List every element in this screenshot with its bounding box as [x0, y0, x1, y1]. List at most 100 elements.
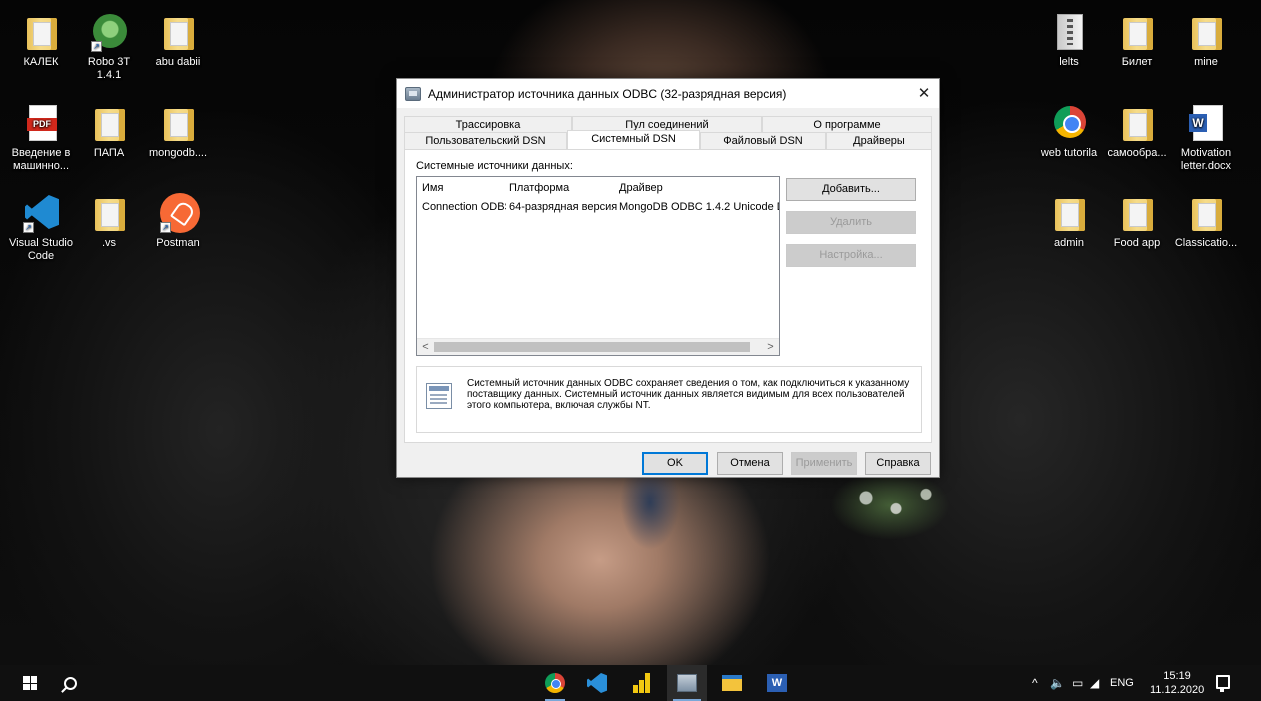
show-hidden-icons-chevron-icon[interactable]: ^ — [1032, 676, 1048, 690]
desktop-icon-label: Postman — [156, 237, 200, 249]
desktop-icon-vscode[interactable]: ↗ Visual Studio Code — [8, 193, 74, 263]
configure-button[interactable]: Настройка... — [786, 244, 916, 267]
desktop-icon-label: Classicatio... — [1174, 237, 1238, 249]
desktop-icon-mine[interactable]: mine — [1173, 12, 1239, 69]
search-icon — [63, 676, 77, 690]
tab-user-dsn[interactable]: Пользовательский DSN — [404, 132, 567, 149]
desktop-icon-label: Введение в машинно... — [11, 147, 71, 172]
desktop-icon-lelts[interactable]: lelts — [1036, 12, 1102, 69]
folder-icon — [1188, 193, 1224, 233]
desktop-icon-web-tutorila[interactable]: web tutorila — [1036, 103, 1102, 160]
desktop-icon-mongodb[interactable]: mongodb.... — [145, 103, 211, 160]
folder-icon — [91, 103, 127, 143]
tab-row-front: Пользовательский DSN Системный DSN Файло… — [404, 130, 932, 149]
desktop-icon-label: mine — [1194, 56, 1218, 68]
remove-button[interactable]: Удалить — [786, 211, 916, 234]
odbc-admin-dialog: Администратор источника данных ODBC (32-… — [396, 78, 940, 478]
column-header-name[interactable]: Имя — [422, 179, 506, 197]
vscode-icon: ↗ — [23, 193, 59, 233]
system-dsn-panel: Системные источники данных: Имя Платформ… — [404, 149, 932, 443]
desktop-icon-robo3t[interactable]: ↗ Robo 3T 1.4.1 — [76, 12, 142, 82]
cancel-button[interactable]: Отмена — [717, 452, 783, 475]
desktop-icon-label: abu dabii — [155, 56, 201, 68]
column-header-platform[interactable]: Платформа — [509, 179, 617, 197]
wallpaper-detail-tie — [620, 470, 680, 550]
taskbar-file-explorer[interactable] — [712, 665, 752, 701]
desktop-icon-label: КАЛЕК — [23, 56, 59, 68]
desktop-icon-label: mongodb.... — [148, 147, 208, 159]
chrome-icon — [545, 673, 565, 693]
tab-file-dsn[interactable]: Файловый DSN — [700, 132, 826, 149]
desktop-icon-label: Robo 3T 1.4.1 — [87, 56, 131, 81]
folder-icon — [160, 103, 196, 143]
robo3t-icon: ↗ — [91, 12, 127, 52]
desktop-icon-label: самообра... — [1107, 147, 1167, 159]
list-header: Имя Платформа Драйвер — [417, 179, 779, 197]
desktop-icon-label: .vs — [101, 237, 117, 249]
battery-icon[interactable]: ▭ — [1072, 676, 1088, 690]
desktop-icon-pdf[interactable]: PDF Введение в машинно... — [8, 103, 74, 173]
taskbar-chrome[interactable] — [535, 665, 575, 701]
tab-system-dsn[interactable]: Системный DSN — [567, 130, 700, 149]
table-row[interactable]: Connection ODBS 64-разрядная версия Mong… — [417, 198, 779, 216]
wallpaper-detail-flowers — [830, 470, 950, 540]
folder-icon — [1119, 103, 1155, 143]
language-indicator[interactable]: ENG — [1110, 677, 1134, 689]
desktop-icon-label: Food app — [1113, 237, 1161, 249]
dsn-list[interactable]: Имя Платформа Драйвер Connection ODBS 64… — [416, 176, 780, 356]
desktop-icon-food-app[interactable]: Food app — [1104, 193, 1170, 250]
network-icon[interactable]: ◢ — [1090, 676, 1106, 690]
desktop-icon-label: Visual Studio Code — [8, 237, 73, 262]
desktop-icon-label: admin — [1054, 237, 1084, 249]
cell-driver: MongoDB ODBC 1.4.2 Unicode Driv — [619, 201, 779, 213]
chrome-icon — [1051, 103, 1087, 143]
info-text: Системный источник данных ODBC сохраняет… — [467, 378, 910, 411]
clock[interactable]: 15:19 11.12.2020 — [1150, 669, 1204, 697]
taskbar-vscode[interactable] — [577, 665, 617, 701]
tab-about[interactable]: О программе — [762, 116, 932, 133]
file-explorer-icon — [722, 675, 742, 691]
horizontal-scrollbar[interactable]: < > — [417, 338, 779, 355]
tab-tracing[interactable]: Трассировка — [404, 116, 572, 133]
archive-icon — [1051, 12, 1087, 52]
help-button[interactable]: Справка — [865, 452, 931, 475]
scrollbar-thumb[interactable] — [434, 342, 750, 352]
tab-drivers[interactable]: Драйверы — [826, 132, 932, 149]
add-button[interactable]: Добавить... — [786, 178, 916, 201]
vscode-icon — [587, 673, 607, 693]
desktop-icon-motivation-letter[interactable]: W Motivation letter.docx — [1173, 103, 1239, 173]
desktop-icon-classicatio[interactable]: Classicatio... — [1173, 193, 1239, 250]
ok-button[interactable]: OK — [642, 452, 708, 475]
scroll-left-icon[interactable]: < — [417, 339, 434, 356]
dialog-titlebar[interactable]: Администратор источника данных ODBC (32-… — [397, 79, 939, 108]
desktop-icon-vs[interactable]: .vs — [76, 193, 142, 250]
column-header-driver[interactable]: Драйвер — [619, 179, 779, 197]
desktop-icon-label: web tutorila — [1040, 147, 1098, 159]
apply-button[interactable]: Применить — [791, 452, 857, 475]
desktop-icon-samoobra[interactable]: самообра... — [1104, 103, 1170, 160]
desktop-icon-abu-dabii[interactable]: abu dabii — [145, 12, 211, 69]
search-button[interactable] — [50, 665, 90, 701]
desktop-icon-admin[interactable]: admin — [1036, 193, 1102, 250]
desktop-icon-postman[interactable]: ↗ Postman — [145, 193, 211, 250]
volume-icon[interactable]: 🔈 — [1050, 676, 1070, 690]
taskbar-word[interactable]: W — [757, 665, 797, 701]
word-doc-icon: W — [1188, 103, 1224, 143]
info-box: Системный источник данных ODBC сохраняет… — [416, 366, 922, 433]
cell-platform: 64-разрядная версия — [509, 201, 617, 213]
desktop-icon-bilet[interactable]: Билет — [1104, 12, 1170, 69]
desktop-icon-papa[interactable]: ПАПА — [76, 103, 142, 160]
close-button[interactable]: ✕ — [909, 79, 939, 108]
taskbar: W ^ 🔈 ▭ ◢ ENG 15:19 11.12.2020 — [0, 665, 1261, 701]
windows-icon — [23, 676, 37, 690]
notification-center-icon[interactable] — [1216, 675, 1230, 692]
taskbar-powerbi[interactable] — [622, 665, 662, 701]
pdf-icon: PDF — [23, 103, 59, 143]
folder-icon — [1051, 193, 1087, 233]
desktop-icon-label: Motivation letter.docx — [1180, 147, 1232, 172]
system-dsn-label: Системные источники данных: — [416, 160, 573, 172]
desktop-icon-kalek[interactable]: КАЛЕК — [8, 12, 74, 69]
taskbar-odbc-admin[interactable] — [667, 665, 707, 701]
start-button[interactable] — [10, 665, 50, 701]
scroll-right-icon[interactable]: > — [762, 339, 779, 356]
